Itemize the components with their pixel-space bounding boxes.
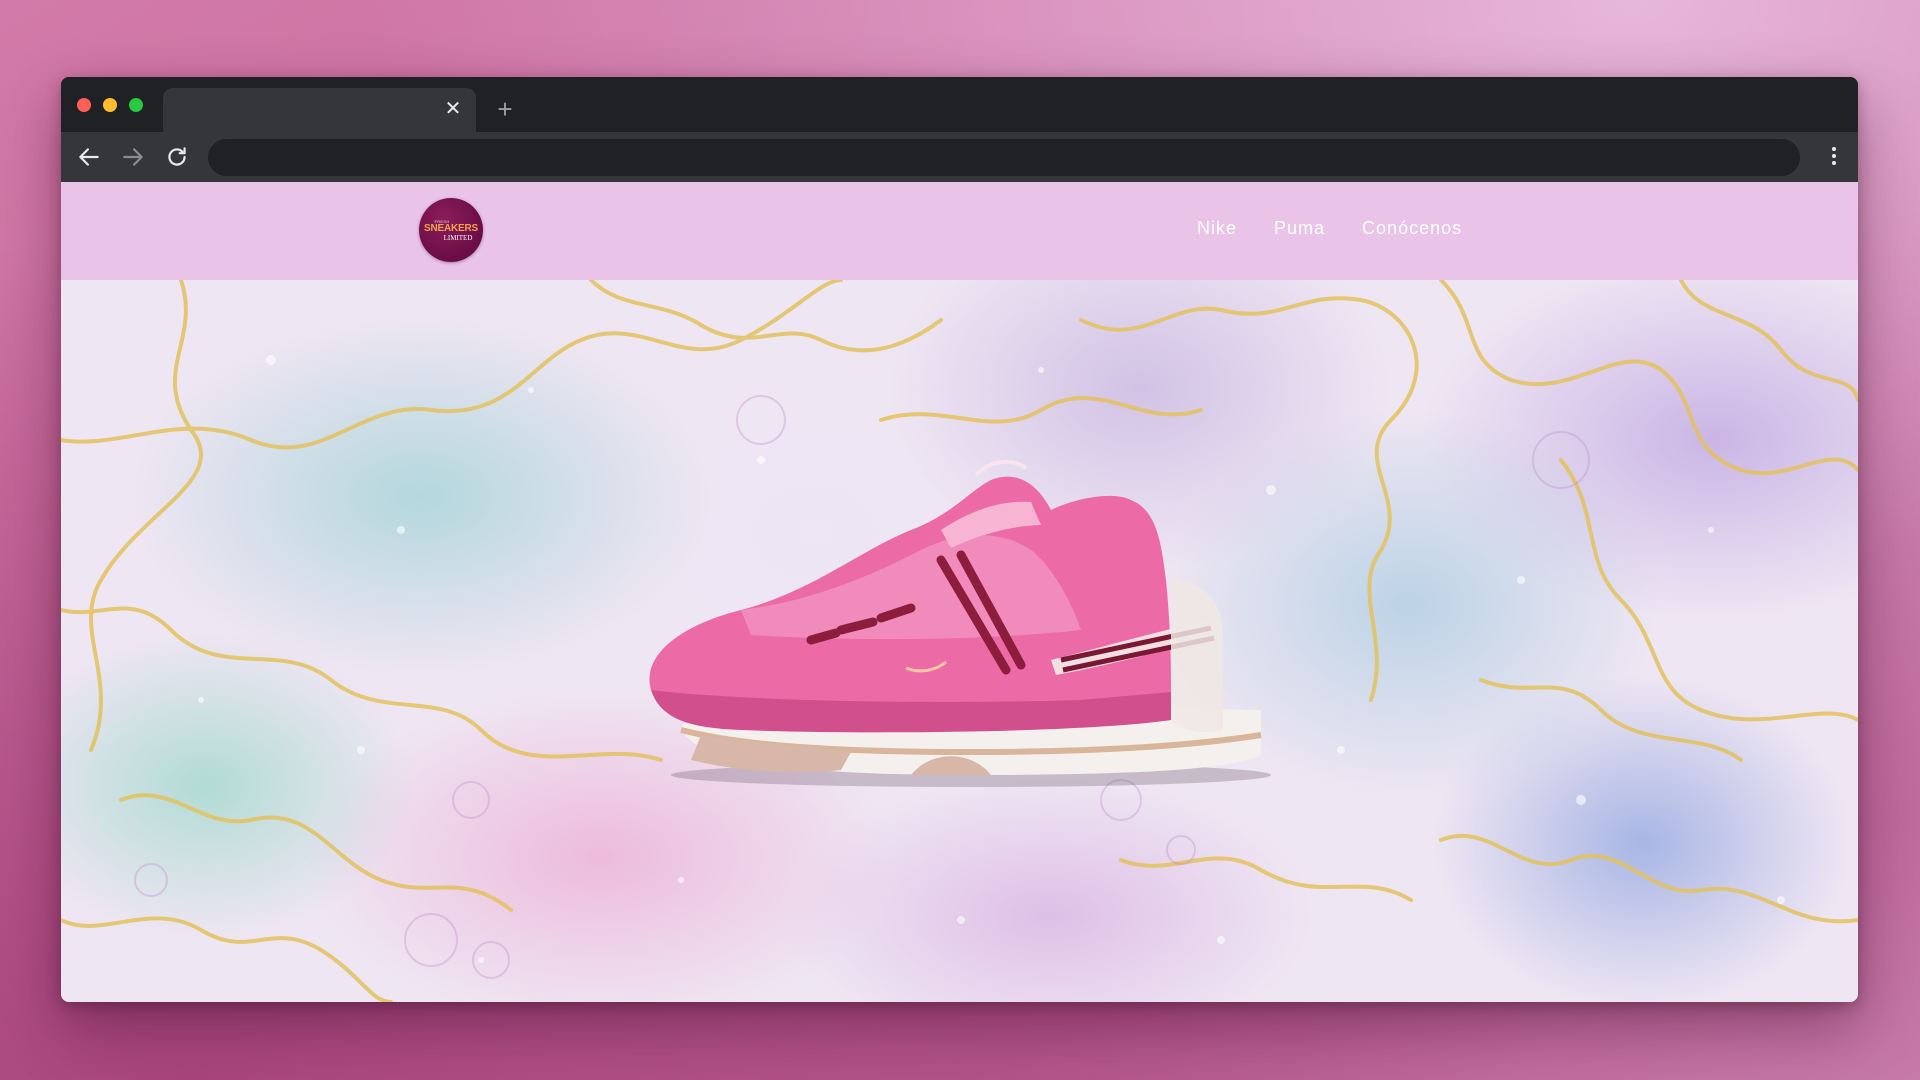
address-bar[interactable] [208,139,1800,176]
site-header: FRESH SNEAKERS LIMITED Nike Puma Conócen… [61,182,1858,280]
browser-window: ✕ + FRESH SNEAKERS LIMITED Nike Puma Con… [61,77,1858,1002]
reload-icon[interactable] [164,144,190,170]
nav-link-puma[interactable]: Puma [1274,218,1325,239]
arrow-left-icon[interactable] [76,144,102,170]
browser-titlebar: ✕ + [61,77,1858,132]
site-logo[interactable]: FRESH SNEAKERS LIMITED [419,198,483,262]
arrow-right-icon[interactable] [120,144,146,170]
page-viewport: FRESH SNEAKERS LIMITED Nike Puma Conócen… [61,182,1858,1002]
nav-link-nike[interactable]: Nike [1197,218,1237,239]
kebab-menu-icon[interactable] [1824,145,1844,169]
logo-sub-text: LIMITED [443,233,473,242]
logo-main-text: SNEAKERS [424,222,478,234]
sneaker-image [649,459,1271,787]
close-window-button[interactable] [77,98,91,112]
nav-link-conocenos[interactable]: Conócenos [1362,218,1462,239]
browser-tab[interactable]: ✕ [163,88,476,132]
minimize-window-button[interactable] [103,98,117,112]
close-icon[interactable]: ✕ [442,98,464,120]
main-nav: Nike Puma Conócenos [1197,218,1462,239]
plus-icon[interactable]: + [491,96,519,124]
browser-toolbar [61,132,1858,182]
hero-banner [61,280,1858,1002]
maximize-window-button[interactable] [129,98,143,112]
